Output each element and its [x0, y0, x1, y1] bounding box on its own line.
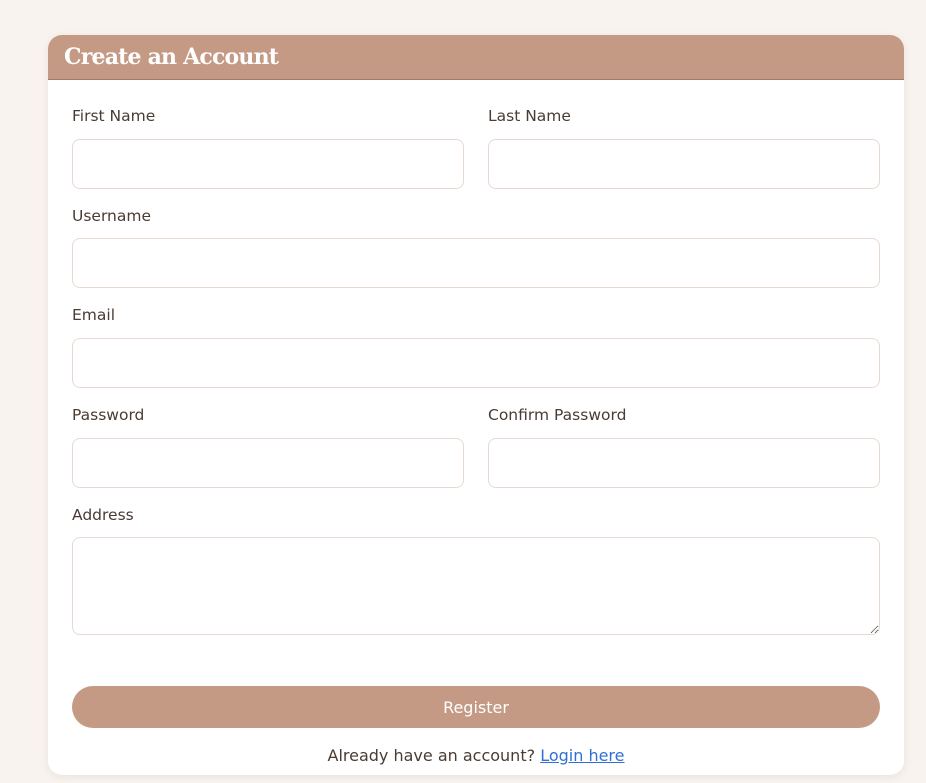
last-name-label: Last Name: [488, 107, 571, 125]
confirm-password-input[interactable]: [488, 438, 880, 488]
first-name-label: First Name: [72, 107, 156, 125]
last-name-input[interactable]: [488, 139, 880, 189]
username-input[interactable]: [72, 238, 880, 288]
card-header: Create an Account: [48, 35, 904, 80]
registration-card: Create an Account First Name Last Name U…: [48, 35, 904, 775]
email-label: Email: [72, 306, 116, 324]
login-prompt-line: Already have an account? Login here: [72, 746, 880, 765]
password-label: Password: [72, 406, 145, 424]
first-name-input[interactable]: [72, 139, 464, 189]
login-link[interactable]: Login here: [540, 746, 624, 765]
page-title: Create an Account: [64, 44, 279, 70]
register-button[interactable]: Register: [72, 686, 880, 728]
password-input[interactable]: [72, 438, 464, 488]
address-textarea[interactable]: [72, 537, 880, 635]
confirm-password-label: Confirm Password: [488, 406, 627, 424]
username-label: Username: [72, 207, 152, 225]
email-input[interactable]: [72, 338, 880, 388]
login-prompt-text: Already have an account?: [327, 746, 536, 765]
address-label: Address: [72, 506, 134, 524]
